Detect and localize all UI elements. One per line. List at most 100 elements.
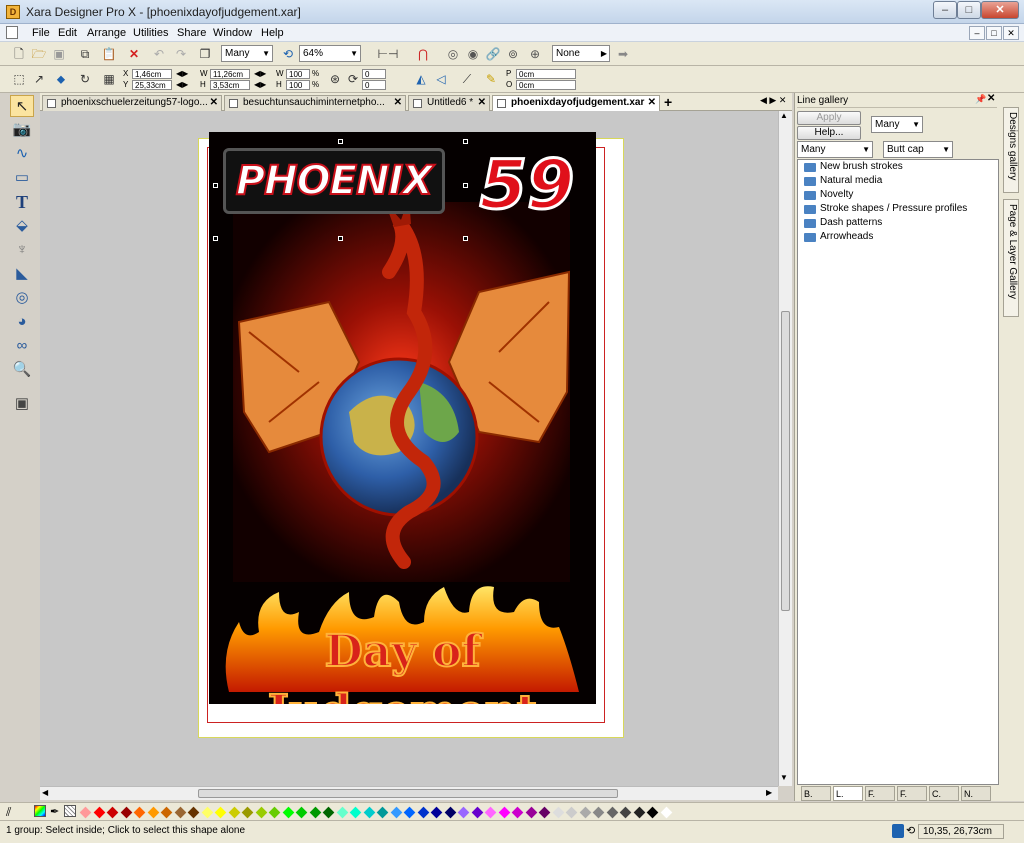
list-item[interactable]: Dash patterns — [802, 216, 882, 230]
w-stepper[interactable]: ◀▶ — [254, 69, 266, 78]
color-swatch[interactable] — [498, 806, 510, 819]
mdi-close-button[interactable]: ✕ — [1003, 26, 1019, 40]
lock-aspect-icon[interactable]: ⊛ — [326, 70, 344, 88]
menu-edit[interactable]: Edit — [58, 27, 77, 39]
web-preview-icon[interactable]: ⊚ — [504, 45, 522, 63]
color-swatch[interactable] — [525, 806, 537, 819]
list-item[interactable]: Novelty — [802, 188, 853, 202]
scale-width-field[interactable]: 100 — [286, 69, 310, 79]
tab-gallery-b[interactable]: B. — [801, 786, 831, 801]
color-swatch[interactable] — [376, 806, 389, 819]
eyedropper-icon[interactable]: ✒ — [50, 805, 59, 818]
height-field[interactable]: 3,53cm — [210, 80, 250, 90]
snap-icon[interactable]: ⟲ — [906, 824, 915, 837]
color-swatch[interactable] — [484, 806, 497, 819]
menu-utilities[interactable]: Utilities — [133, 27, 168, 39]
close-button[interactable]: ✕ — [981, 1, 1019, 19]
color-swatch[interactable] — [295, 806, 308, 819]
line-gallery-list[interactable]: New brush strokes Natural media Novelty … — [797, 159, 999, 785]
tab-gallery-n[interactable]: N. — [961, 786, 991, 801]
web-tools-icon[interactable]: ⊕ — [526, 45, 544, 63]
selection-handle[interactable] — [338, 236, 343, 241]
selection-handle[interactable] — [463, 139, 468, 144]
y-stepper[interactable]: ◀▶ — [176, 80, 188, 89]
copy-icon[interactable]: ⧉ — [76, 45, 94, 63]
tab-gallery-f1[interactable]: F. — [865, 786, 895, 801]
selection-handle[interactable] — [213, 183, 218, 188]
color-swatch[interactable] — [147, 806, 159, 819]
color-swatch[interactable] — [646, 806, 659, 819]
width-field[interactable]: 11,26cm — [210, 69, 250, 79]
color-swatch[interactable] — [471, 806, 483, 819]
minimize-button[interactable]: – — [933, 1, 957, 19]
pin-icon[interactable]: 📌 — [975, 94, 986, 105]
color-swatch[interactable] — [390, 806, 402, 819]
poster-artwork[interactable]: PHOENIX 59 Day of Judgement — [209, 132, 596, 704]
scroll-left-icon[interactable]: ◀ — [42, 788, 48, 797]
text-tool-icon[interactable]: T — [10, 191, 34, 213]
color-swatch[interactable] — [174, 806, 186, 819]
color-swatch[interactable] — [606, 806, 618, 819]
document-menu-icon[interactable] — [6, 26, 18, 39]
close-panel-icon[interactable]: ✕ — [987, 93, 995, 104]
mdi-minimize-button[interactable]: – — [969, 26, 985, 40]
color-swatch[interactable] — [363, 806, 375, 819]
selection-handle[interactable] — [213, 236, 218, 241]
open-folder-icon[interactable]: 🗁 — [30, 45, 48, 63]
horizontal-scroll-thumb[interactable] — [198, 789, 618, 798]
color-swatch[interactable] — [538, 806, 551, 819]
drawing-canvas[interactable]: PHOENIX 59 Day of Judgement — [40, 111, 778, 786]
tab-besuchtuns[interactable]: besuchtunsauchiminternetpho... ✕ — [224, 95, 406, 111]
contour-tool-icon[interactable]: ◎ — [10, 287, 34, 309]
paste-icon[interactable]: 📋 — [100, 45, 118, 63]
tab-scroll-arrows[interactable]: ◀ ▶ ✕ — [760, 95, 786, 106]
color-swatch[interactable] — [214, 806, 227, 819]
help-button[interactable]: Help... — [797, 126, 861, 140]
ruler-icon[interactable]: ⊢⊣ — [370, 45, 406, 63]
list-item[interactable]: Natural media — [802, 174, 882, 188]
scroll-right-icon[interactable]: ▶ — [766, 788, 772, 797]
x-stepper[interactable]: ◀▶ — [176, 69, 188, 78]
live-effects-tool-icon[interactable]: ▣ — [10, 393, 34, 415]
color-swatch[interactable] — [511, 806, 524, 819]
scale-height-field[interactable]: 100 — [286, 80, 310, 90]
redo-icon[interactable]: ↷ — [172, 45, 190, 63]
color-swatch[interactable] — [457, 806, 470, 819]
grid-icon[interactable]: ▦ — [100, 70, 118, 88]
list-item[interactable]: New brush strokes — [802, 160, 903, 174]
photo-tool-icon[interactable]: 📷 — [10, 119, 34, 141]
save-icon[interactable]: ▣ — [50, 45, 68, 63]
close-tab-icon[interactable]: ✕ — [478, 96, 486, 110]
color-swatch[interactable] — [444, 806, 456, 819]
phoenix-logo-frame[interactable]: PHOENIX — [223, 148, 445, 214]
color-swatch[interactable] — [336, 806, 348, 819]
web-publish-icon[interactable]: ◉ — [464, 45, 482, 63]
scroll-down-icon[interactable]: ▼ — [780, 773, 788, 782]
line-width-icon[interactable]: ⟋ — [458, 70, 476, 88]
rotation-field[interactable]: 0 — [362, 69, 386, 79]
color-swatch[interactable] — [309, 806, 321, 819]
close-tab-icon[interactable]: ✕ — [648, 96, 656, 110]
flip-vertical-icon[interactable]: ◁ — [432, 70, 450, 88]
color-swatch[interactable] — [322, 806, 335, 819]
color-swatch[interactable] — [619, 806, 632, 819]
bounds-icon[interactable]: ⬥ — [52, 70, 70, 88]
palette-menu-icon[interactable]: ⫽ — [6, 805, 11, 820]
color-swatch[interactable] — [592, 806, 605, 819]
rotate-handles-icon[interactable]: ↻ — [76, 70, 94, 88]
horizontal-scrollbar[interactable]: ◀ ▶ — [40, 786, 778, 800]
mould-tool-icon[interactable]: ∞ — [10, 335, 34, 357]
color-swatch[interactable] — [79, 806, 92, 819]
list-item[interactable]: Stroke shapes / Pressure profiles — [802, 202, 967, 216]
vertical-scroll-thumb[interactable] — [781, 311, 790, 611]
color-swatch[interactable] — [579, 806, 591, 819]
close-tab-icon[interactable]: ✕ — [210, 96, 218, 110]
menu-share[interactable]: Share — [177, 27, 206, 39]
freehand-tool-icon[interactable]: ∿ — [10, 143, 34, 165]
color-swatch[interactable] — [160, 806, 173, 819]
zoom-tool-icon[interactable]: 🔍 — [10, 359, 34, 381]
tab-phoenixdayofjudgement[interactable]: phoenixdayofjudgement.xar ✕ — [492, 95, 660, 111]
vertical-scrollbar[interactable]: ▲ ▼ — [778, 111, 792, 786]
y-position-field[interactable]: 25,33cm — [132, 80, 172, 90]
select-all-icon[interactable]: ⬚ — [10, 70, 28, 88]
